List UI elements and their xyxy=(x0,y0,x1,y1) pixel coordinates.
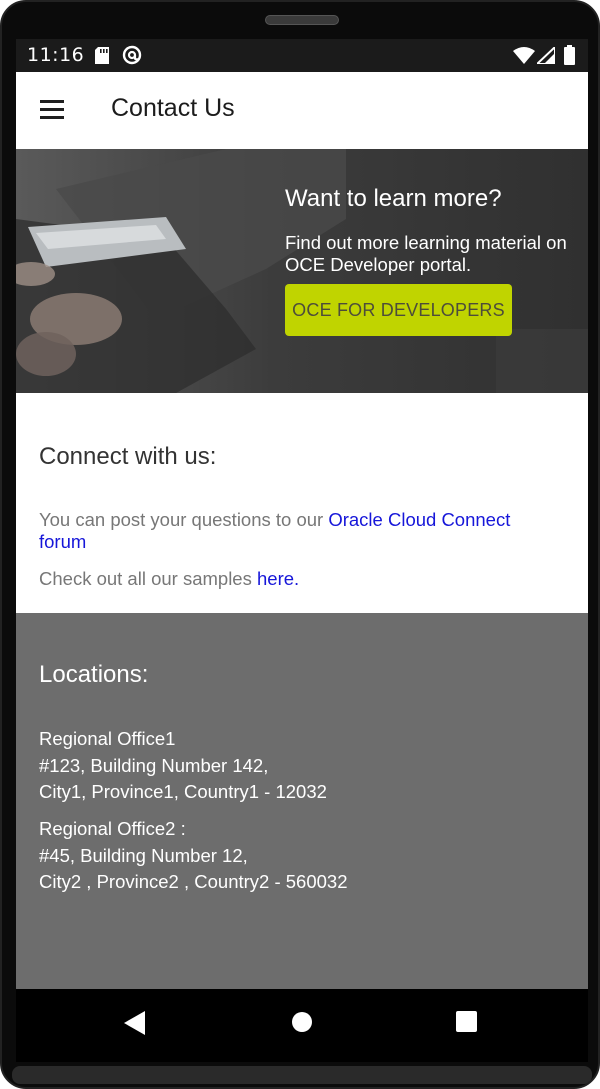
sd-card-icon xyxy=(95,47,109,68)
hero-description: Find out more learning material on OCE D… xyxy=(285,232,567,275)
home-icon[interactable] xyxy=(291,1011,313,1037)
forum-text: You can post your questions to our xyxy=(39,509,329,530)
phone-screen: 11:16 Contact Us Want to learn more? Fin… xyxy=(16,39,588,1062)
locations-section: Locations: Regional Office1 #123, Buildi… xyxy=(16,613,588,989)
hero-title: Want to learn more? xyxy=(285,185,502,212)
forum-paragraph: You can post your questions to our Oracl… xyxy=(39,509,559,553)
office-address-line: #45, Building Number 12, xyxy=(39,844,248,866)
samples-paragraph: Check out all our samples here. xyxy=(39,568,559,590)
hamburger-menu-icon[interactable] xyxy=(38,98,66,122)
office-name: Regional Office1 xyxy=(39,728,176,749)
samples-here-link[interactable]: here. xyxy=(257,568,299,589)
back-icon[interactable] xyxy=(124,1011,146,1039)
earpiece-speaker xyxy=(265,15,339,25)
connect-section: Connect with us: You can post your quest… xyxy=(16,393,588,613)
cellular-signal-icon xyxy=(534,44,556,68)
office-address: Regional Office1 #123, Building Number 1… xyxy=(39,726,327,806)
samples-text: Check out all our samples xyxy=(39,568,257,589)
office-address-line: #123, Building Number 142, xyxy=(39,754,269,776)
page-title: Contact Us xyxy=(111,94,235,122)
notification-at-icon xyxy=(122,45,142,69)
device-frame: 11:16 Contact Us Want to learn more? Fin… xyxy=(0,0,600,1089)
locations-heading: Locations: xyxy=(39,661,149,688)
office-address-line: City2 , Province2 , Country2 - 560032 xyxy=(39,871,348,892)
battery-icon xyxy=(564,45,575,69)
device-bottom-edge xyxy=(12,1066,592,1084)
status-bar: 11:16 xyxy=(16,39,588,72)
wifi-icon xyxy=(513,47,535,68)
connect-heading: Connect with us: xyxy=(39,443,217,470)
oce-for-developers-button[interactable]: OCE FOR DEVELOPERS xyxy=(285,284,512,336)
office-name: Regional Office2 : xyxy=(39,818,186,839)
office-address-line: City1, Province1, Country1 - 12032 xyxy=(39,781,327,802)
office-address: Regional Office2 : #45, Building Number … xyxy=(39,816,348,896)
app-bar: Contact Us xyxy=(16,72,588,149)
recents-icon[interactable] xyxy=(456,1011,477,1036)
status-time: 11:16 xyxy=(27,44,85,66)
system-navigation-bar xyxy=(16,989,588,1062)
hero-banner: Want to learn more? Find out more learni… xyxy=(16,149,588,393)
